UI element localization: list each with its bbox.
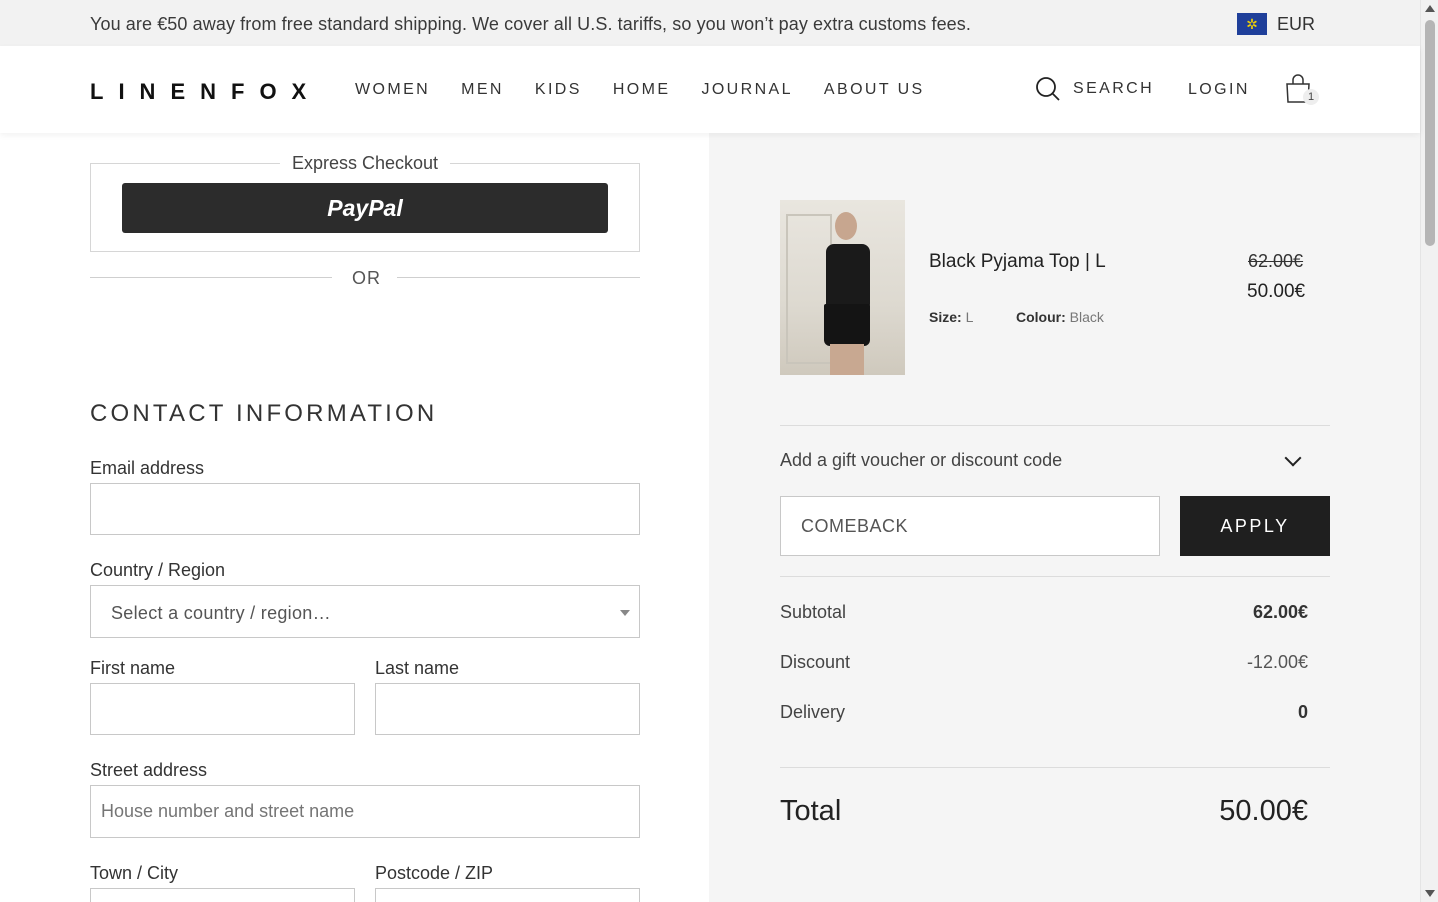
last-name-label: Last name <box>375 658 460 678</box>
scroll-down-icon[interactable] <box>1425 890 1435 897</box>
contact-information-title: CONTACT INFORMATION <box>90 400 438 427</box>
total-label: Total <box>780 795 842 827</box>
or-label: OR <box>352 268 381 288</box>
search-label: SEARCH <box>1073 80 1155 97</box>
street-address-field[interactable] <box>90 785 640 838</box>
express-checkout-title: Express Checkout <box>279 153 451 174</box>
currency-label: EUR <box>1277 13 1316 34</box>
colour-value: Black <box>1069 309 1104 325</box>
product-colour: Colour: Black <box>1016 309 1104 325</box>
nav-item-men[interactable]: MEN <box>461 81 504 99</box>
colour-label: Colour: <box>1016 309 1066 325</box>
summary-divider <box>780 425 1330 426</box>
announcement-bar: You are €50 away from free standard ship… <box>0 0 1420 46</box>
discount-label: Discount <box>780 652 851 672</box>
email-field[interactable] <box>90 483 640 535</box>
search-button[interactable]: SEARCH <box>1035 76 1154 102</box>
nav-item-kids[interactable]: KIDS <box>535 81 582 99</box>
town-label: Town / City <box>90 863 179 883</box>
discount-value: -12.00€ <box>1246 652 1308 672</box>
site-header: LINENFOX WOMEN MEN KIDS HOME JOURNAL ABO… <box>0 46 1420 133</box>
page-scrollbar[interactable] <box>1420 0 1438 902</box>
logo[interactable]: LINENFOX <box>90 79 321 105</box>
cart-button[interactable]: 1 <box>1284 74 1319 106</box>
voucher-toggle[interactable]: Add a gift voucher or discount code <box>780 449 1330 476</box>
country-select[interactable]: Select a country / region… <box>90 585 640 638</box>
product-old-price: 62.00€ <box>1248 251 1304 271</box>
cart-count-badge: 1 <box>1303 89 1319 105</box>
first-name-label: First name <box>90 658 176 678</box>
summary-divider <box>780 767 1330 768</box>
or-divider-left <box>90 277 332 278</box>
delivery-label: Delivery <box>780 702 846 722</box>
nav-item-about-us[interactable]: ABOUT US <box>824 81 925 99</box>
postcode-field[interactable] <box>375 888 640 902</box>
country-label: Country / Region <box>90 560 226 580</box>
country-select-value: Select a country / region… <box>111 603 331 623</box>
last-name-field[interactable] <box>375 683 640 735</box>
nav-item-journal[interactable]: JOURNAL <box>701 81 792 99</box>
main-nav: WOMEN MEN KIDS HOME JOURNAL ABOUT US <box>355 81 925 99</box>
email-label: Email address <box>90 458 205 478</box>
street-label: Street address <box>90 760 208 780</box>
discount-code-input[interactable] <box>780 496 1160 556</box>
chevron-down-icon <box>1284 449 1302 467</box>
or-divider-right <box>397 277 640 278</box>
eu-flag-icon: ✲ <box>1237 13 1267 35</box>
search-icon <box>1036 77 1060 101</box>
subtotal-value: 62.00€ <box>1252 602 1308 622</box>
login-link[interactable]: LOGIN <box>1188 81 1250 99</box>
apply-button[interactable]: APPLY <box>1180 496 1330 556</box>
scrollbar-thumb[interactable] <box>1425 20 1435 246</box>
voucher-toggle-label: Add a gift voucher or discount code <box>780 450 1063 470</box>
town-field[interactable] <box>90 888 355 902</box>
delivery-value: 0 <box>1297 702 1308 722</box>
product-name[interactable]: Black Pyjama Top | L <box>929 251 1106 273</box>
dropdown-arrow-icon <box>620 610 630 616</box>
postcode-label: Postcode / ZIP <box>375 863 494 883</box>
nav-item-home[interactable]: HOME <box>613 81 671 99</box>
scroll-up-icon[interactable] <box>1425 5 1435 12</box>
product-price: 50.00€ <box>1247 281 1306 302</box>
product-size: Size: L <box>929 309 973 325</box>
currency-selector[interactable]: ✲ EUR <box>1237 13 1315 35</box>
nav-item-women[interactable]: WOMEN <box>355 81 430 99</box>
size-label: Size: <box>929 309 962 325</box>
product-image <box>780 200 905 375</box>
size-value: L <box>965 309 974 325</box>
paypal-button[interactable]: PayPal <box>122 183 608 233</box>
summary-divider <box>780 576 1330 577</box>
total-value: 50.00€ <box>1219 795 1308 827</box>
first-name-field[interactable] <box>90 683 355 735</box>
announcement-message: You are €50 away from free standard ship… <box>90 14 971 34</box>
subtotal-label: Subtotal <box>780 602 847 622</box>
